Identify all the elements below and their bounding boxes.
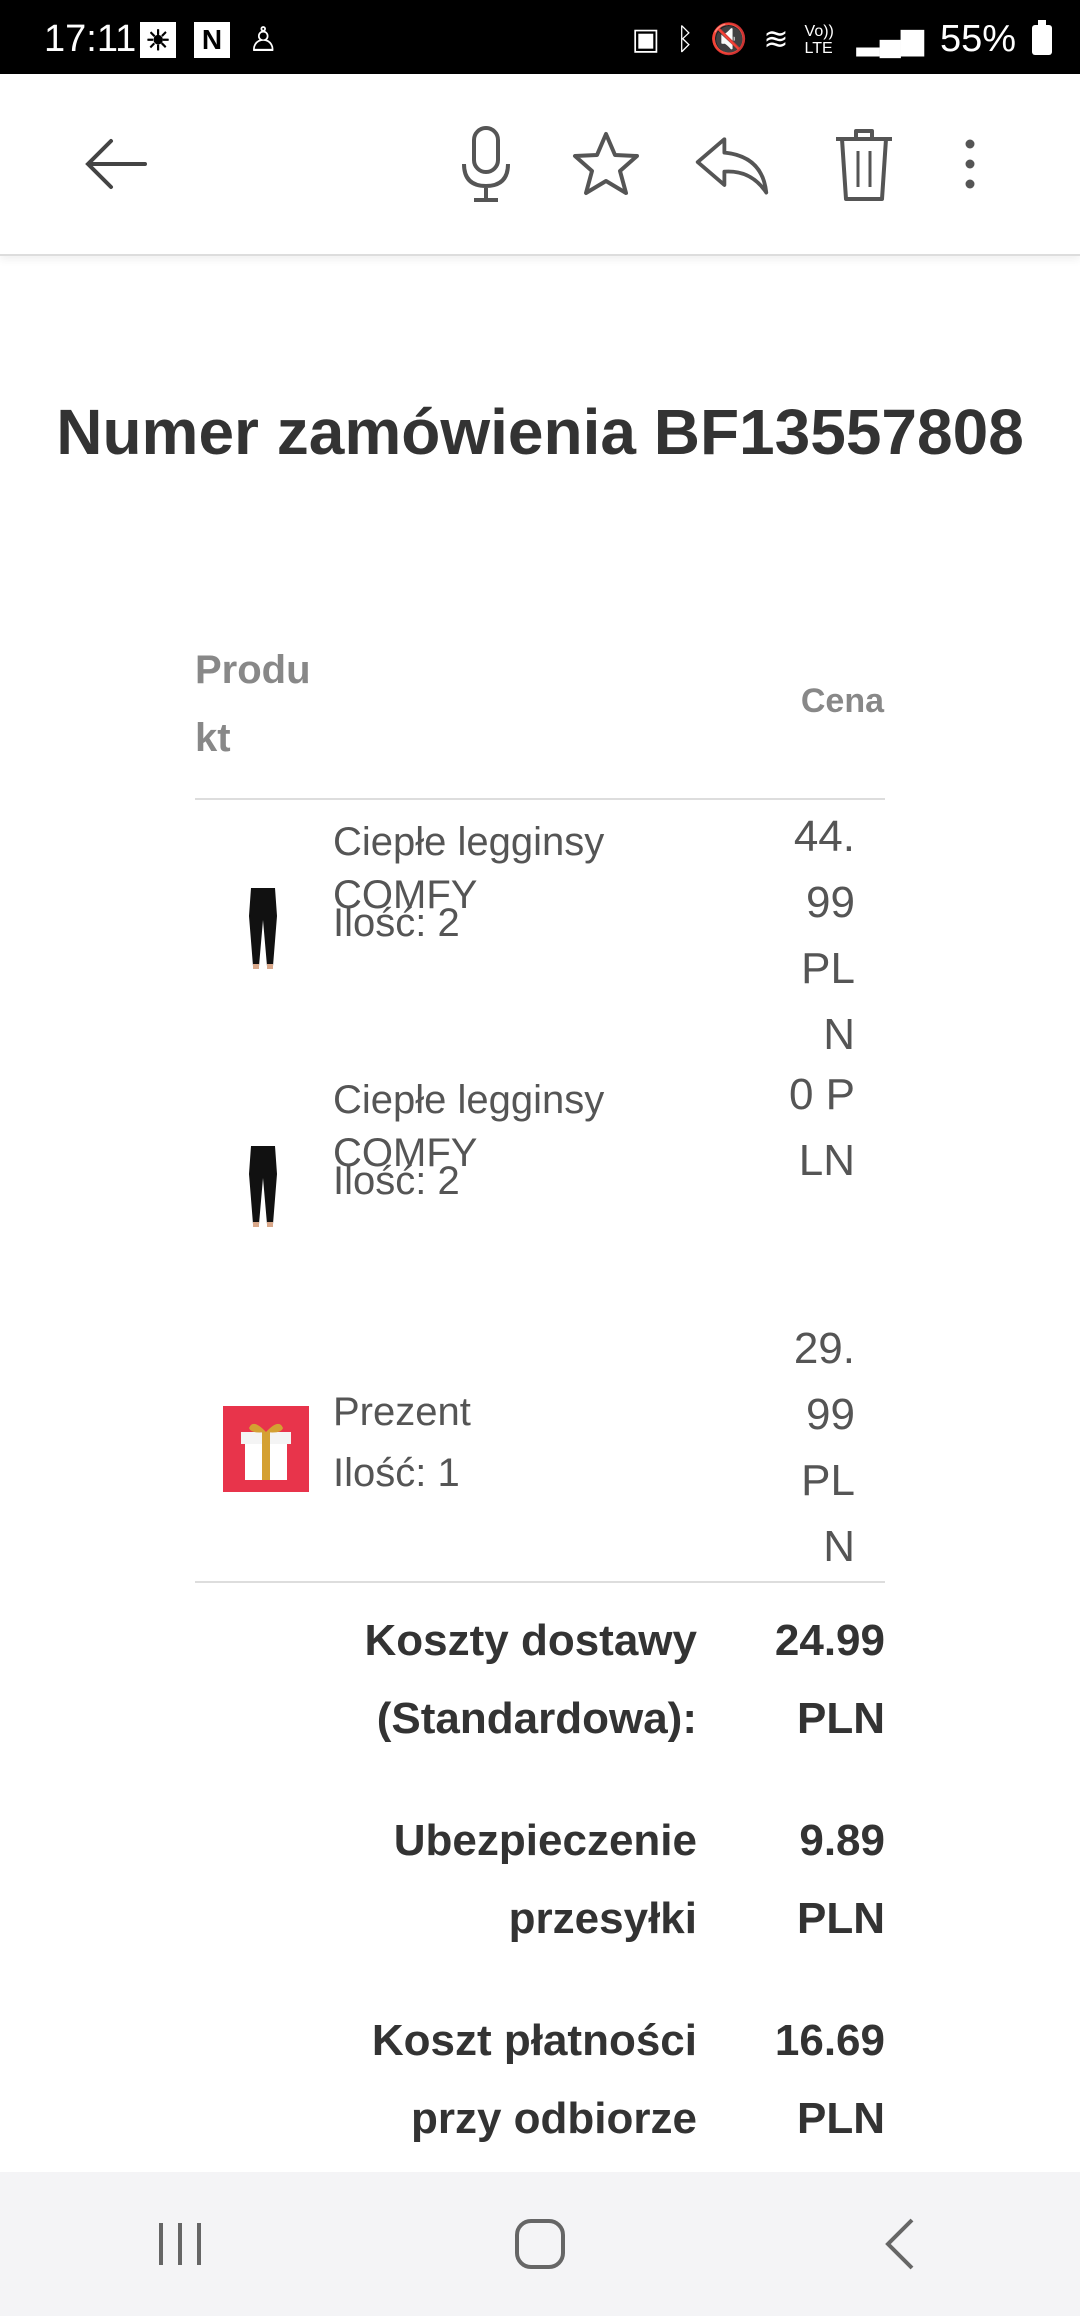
status-time: 17:11 [44, 18, 137, 60]
insurance-label: Ubezpieczenie przesyłki [393, 1816, 697, 1943]
back-arrow-icon [85, 139, 147, 189]
email-toolbar [0, 74, 1080, 256]
back-nav-button[interactable] [840, 2194, 960, 2294]
more-options-icon [965, 139, 975, 189]
email-body: Numer zamówienia BF13557808 Produkt Cena… [0, 256, 1080, 2172]
battery-percent: 55% [939, 18, 1016, 60]
signal-icon: ▂▄▆ [856, 23, 924, 56]
home-button[interactable] [480, 2194, 600, 2294]
table-divider [195, 798, 885, 800]
snapchat-icon: ♙ [248, 21, 279, 59]
table-divider [195, 1581, 885, 1583]
item-quantity: Ilość: 2 [333, 901, 460, 945]
more-options-button[interactable] [930, 124, 1010, 204]
item-price: 44.99 PLN [793, 812, 855, 1059]
back-button[interactable] [76, 124, 156, 204]
cod-fee-value: 16.69 PLN [774, 2016, 885, 2143]
star-icon [573, 132, 639, 195]
battery-icon [1032, 19, 1052, 55]
recent-apps-button[interactable] [120, 2194, 240, 2294]
weather-icon: ☀ [140, 22, 176, 58]
insurance-value: 9.89 PLN [797, 1816, 885, 1943]
wifi-icon: ≋ [763, 23, 789, 56]
microphone-button[interactable] [446, 124, 526, 204]
header-price: Cena [800, 682, 884, 720]
item-name: Prezent [333, 1390, 471, 1434]
cod-fee-label: Koszt płatności przy odbiorze [371, 2016, 697, 2143]
sync-icon: ▣ [631, 23, 661, 56]
leggings-thumbnail [249, 888, 277, 969]
reply-icon [695, 137, 769, 195]
shipping-label: Koszty dostawy (Standardowa): [364, 1616, 697, 1743]
notification-icons: ☀ N ♙ [140, 22, 278, 58]
back-chevron-icon [885, 2218, 914, 2270]
item-price: 29.99 PLN [793, 1324, 855, 1571]
star-button[interactable] [566, 124, 646, 204]
shipping-value: 24.99 PLN [774, 1616, 885, 1743]
delete-button[interactable] [824, 124, 904, 204]
navigation-bar [0, 2172, 1080, 2316]
item-quantity: Ilość: 2 [333, 1159, 460, 1203]
status-bar: 17:11 ☀ N ♙ ▣ ᛒ 🔇 ≋ Vo)) LTE ▂▄▆ 55% [0, 0, 1080, 74]
home-icon [515, 2219, 565, 2269]
system-icons: ▣ ᛒ 🔇 ≋ Vo)) LTE ▂▄▆ 55% [632, 18, 1052, 61]
item-quantity: Ilość: 1 [333, 1451, 460, 1495]
microphone-icon [462, 126, 510, 202]
reply-button[interactable] [692, 124, 772, 204]
recent-apps-icon [159, 2223, 201, 2265]
netflix-icon: N [194, 22, 230, 58]
gift-thumbnail [223, 1406, 309, 1492]
trash-icon [836, 129, 892, 201]
order-title: Numer zamówienia BF13557808 [56, 396, 1024, 468]
item-price: 0 PLN [788, 1070, 855, 1185]
bluetooth-icon: ᛒ [676, 22, 695, 56]
header-product: Produkt [195, 648, 311, 760]
volte-icon: Vo)) LTE [804, 22, 834, 57]
leggings-thumbnail [249, 1146, 277, 1227]
mute-icon: 🔇 [710, 23, 748, 56]
